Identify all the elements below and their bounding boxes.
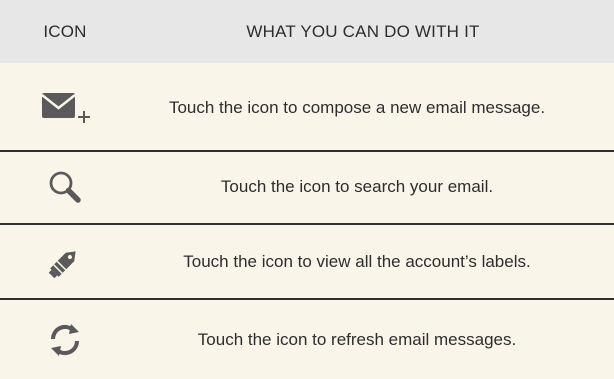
header-icon-column: ICON <box>43 21 87 41</box>
table-row: Touch the icon to search your email. <box>0 152 614 222</box>
row-divider <box>0 298 614 300</box>
row-description: Touch the icon to refresh email messages… <box>197 330 517 349</box>
table-header: ICON WHAT YOU CAN DO WITH IT <box>0 0 614 63</box>
table-row: Touch the icon to view all the account’s… <box>0 225 614 298</box>
row-description: Touch the icon to view all the account’s… <box>183 251 531 271</box>
icon-reference-table: ICON WHAT YOU CAN DO WITH IT Touch the i… <box>0 0 614 379</box>
header-description-column: WHAT YOU CAN DO WITH IT <box>246 21 480 41</box>
refresh-icon <box>0 315 130 365</box>
row-description: Touch the icon to compose a new email me… <box>168 98 546 117</box>
table-row: Touch the icon to compose a new email me… <box>0 66 614 150</box>
search-icon <box>0 162 130 212</box>
label-tag-icon <box>0 237 130 287</box>
row-description: Touch the icon to search your email. <box>220 177 494 196</box>
table-row: Touch the icon to refresh email messages… <box>0 301 614 379</box>
compose-email-icon <box>0 83 130 133</box>
